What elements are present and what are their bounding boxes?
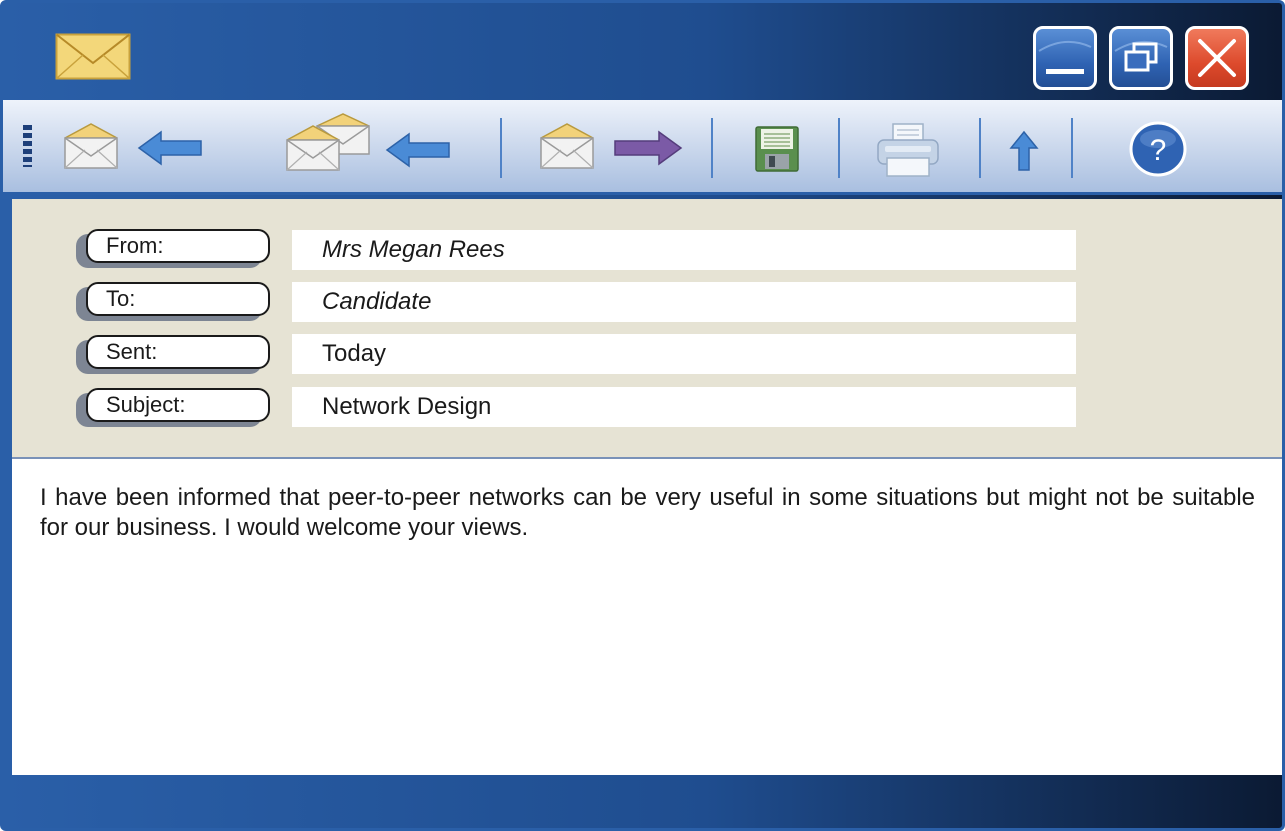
subject-field: Network Design <box>292 387 1076 427</box>
minimize-button[interactable] <box>1033 26 1097 90</box>
restore-icon <box>1114 40 1168 72</box>
sent-label: Sent: <box>76 335 272 374</box>
minimize-icon <box>1038 40 1092 74</box>
printer-icon <box>877 123 939 177</box>
toolbar-separator <box>1071 118 1073 178</box>
forward-icon <box>540 123 683 169</box>
toolbar-separator <box>711 118 713 178</box>
message-body[interactable]: I have been informed that peer-to-peer n… <box>12 459 1282 775</box>
reply-all-button[interactable] <box>283 112 458 174</box>
reply-all-icon <box>286 113 450 171</box>
toolbar-separator <box>979 118 981 178</box>
title-bar <box>3 3 1282 100</box>
close-button[interactable] <box>1185 26 1249 90</box>
reply-icon <box>64 123 202 169</box>
envelope-icon <box>55 33 131 80</box>
subject-label-text: Subject: <box>86 388 270 422</box>
floppy-disk-icon <box>755 126 799 172</box>
upload-button[interactable] <box>1009 130 1039 172</box>
toolbar-separator <box>838 118 840 178</box>
to-label: To: <box>76 282 272 321</box>
toolbar-grip[interactable] <box>23 125 32 167</box>
sent-field: Today <box>292 334 1076 374</box>
from-field: Mrs Megan Rees <box>292 230 1076 270</box>
up-arrow-icon <box>1009 130 1039 171</box>
maximize-button[interactable] <box>1109 26 1173 90</box>
toolbar-separator <box>500 118 502 178</box>
from-label: From: <box>76 229 272 268</box>
subject-label: Subject: <box>76 388 272 427</box>
message-header: From: Mrs Megan Rees To: Candidate Sent:… <box>12 199 1282 459</box>
status-bar <box>3 776 1282 828</box>
message-body-text: I have been informed that peer-to-peer n… <box>40 484 1255 541</box>
sent-label-text: Sent: <box>86 335 270 369</box>
close-icon <box>1198 39 1236 77</box>
help-label: ? <box>1150 134 1167 167</box>
toolbar: ? <box>3 100 1282 195</box>
from-label-text: From: <box>86 229 270 263</box>
to-field: Candidate <box>292 282 1076 322</box>
email-window: ? From: Mrs Megan Rees To: Candidate Sen… <box>0 0 1285 831</box>
reply-button[interactable] <box>61 120 206 172</box>
save-button[interactable] <box>755 126 799 172</box>
forward-button[interactable] <box>537 120 687 172</box>
help-button[interactable]: ? <box>1129 121 1187 177</box>
help-icon: ? <box>1129 121 1187 177</box>
print-button[interactable] <box>875 122 941 178</box>
to-label-text: To: <box>86 282 270 316</box>
